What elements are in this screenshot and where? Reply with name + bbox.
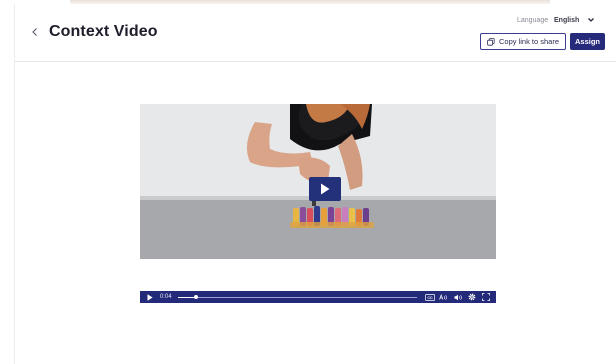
current-time: 0:04	[160, 294, 172, 300]
copy-link-label: Copy link to share	[498, 37, 560, 46]
cc-label: CC	[427, 296, 433, 300]
page-frame: Context Video Language English Copy link…	[14, 4, 616, 364]
play-icon	[147, 293, 153, 301]
settings-icon	[468, 293, 476, 301]
fullscreen-icon	[482, 293, 490, 301]
captions-button[interactable]: CC	[423, 293, 437, 301]
play-icon	[321, 183, 330, 195]
copy-icon	[487, 37, 495, 46]
settings-button[interactable]	[465, 293, 479, 301]
play-button[interactable]	[144, 293, 156, 301]
progress-scrubber[interactable]	[177, 295, 417, 299]
volume-button[interactable]	[451, 294, 465, 301]
fullscreen-button[interactable]	[479, 293, 493, 301]
audio-description-icon	[439, 293, 447, 300]
language-value: English	[554, 16, 580, 24]
chevron-left-icon	[32, 28, 37, 36]
video-controls: 0:04 CC	[140, 291, 496, 303]
assign-button[interactable]: Assign	[570, 33, 605, 50]
progress-handle[interactable]	[193, 295, 198, 299]
chevron-down-icon	[588, 18, 595, 22]
page-header: Context Video Language English Copy link…	[15, 4, 616, 62]
progress-fill	[177, 296, 196, 298]
page-title: Context Video	[49, 23, 158, 40]
language-select[interactable]: English	[554, 13, 595, 27]
back-button[interactable]	[25, 22, 45, 42]
video-frame[interactable]	[140, 104, 496, 259]
play-overlay-button[interactable]	[309, 177, 341, 201]
captions-icon: CC	[425, 293, 435, 301]
audio-description-button[interactable]	[437, 293, 451, 301]
copy-link-button[interactable]: Copy link to share	[480, 33, 566, 50]
volume-icon	[454, 294, 462, 300]
language-label: Language	[517, 17, 549, 24]
